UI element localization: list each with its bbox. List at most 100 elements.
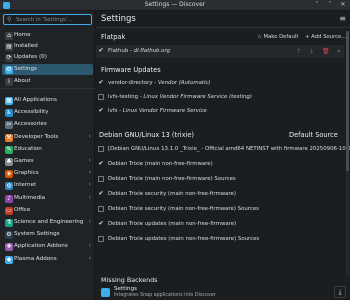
sidebar-item[interactable]: ♪ Multimedia › [2,193,93,204]
sidebar-item[interactable]: ⚒ Developer Tools › [2,132,93,143]
sidebar-item[interactable]: ◈ Graphics › [2,168,93,179]
debian-source-checkbox[interactable] [98,236,104,242]
chevron-right-icon: › [88,255,91,262]
internet-icon: ◍ [5,182,13,190]
sidebar-item[interactable]: ▭ Office [2,205,93,216]
delete-icon[interactable]: 🗑 [322,48,330,55]
sidebar-item-label: Office [14,207,31,213]
debian-source-row[interactable]: ✔ Debian Trixie updates (main non-free-fi… [96,218,344,231]
firmware-source-row[interactable]: lvfs-testing - Linux Vendor Firmware Ser… [96,91,344,104]
sidebar-item[interactable]: ✂ Accessories [2,119,93,130]
debian-source-row[interactable]: [Debian GNU/Linux 13.1.0 _Trixie_ - Offi… [96,143,350,156]
main-panel: Settings ≡ Flatpak ☆ Make Default + Add … [96,11,350,300]
firmware-source-row[interactable]: ✔ lvfs - Linux Vendor Firmware Service [96,105,344,118]
add-source-button[interactable]: + Add Source... [305,34,346,40]
flathub-source-row[interactable]: ✔ Flathub - dl.flathub.org ↑ ↓ 🗑 › [96,45,344,58]
sidebar-item[interactable]: ◍ Internet › [2,180,93,191]
education-icon: ✎ [5,146,13,154]
sidebar-item-label: Education [14,146,42,152]
debian-source-row[interactable]: Debian Trixie security (main non-free-fi… [96,203,344,216]
debian-source-checkbox[interactable]: ✔ [98,191,104,197]
installed-icon: ▤ [5,43,13,51]
make-default-button[interactable]: ☆ Make Default [257,34,298,40]
debian-source-row[interactable]: ✔ Debian Trixie security (main non-free-f… [96,188,344,201]
sidebar-item[interactable]: ♿ Accessibility [2,107,93,118]
debian-source-checkbox[interactable]: ✔ [98,221,104,227]
close-button[interactable]: ✕ [339,1,347,8]
plasma-addons-icon: ◆ [5,256,13,264]
sidebar-item-label: Updates (0) [14,54,47,60]
sidebar-item[interactable]: ✚ Application Addons › [2,241,93,252]
default-source-label: Default Source [289,131,338,139]
firmware-source-label: lvfs - Linux Vendor Firmware Service [108,108,207,114]
sidebar-item-label: All Applications [14,97,57,103]
debian-source-label: Debian Trixie security (main non-free-fi… [108,206,259,212]
title-bar: Settings — Discover ˅ ˄ ✕ [0,0,350,11]
debian-source-checkbox[interactable] [98,176,104,182]
firmware-checkbox[interactable]: ✔ [98,108,104,114]
updates-icon: ⟳ [5,54,13,62]
minimize-button[interactable]: ˅ [313,1,321,8]
sidebar-item[interactable]: ✎ Education [2,144,93,155]
sidebar-item-label: Accessories [14,121,47,127]
sidebar-item-label: Installed [14,43,38,49]
hamburger-menu-icon[interactable]: ≡ [339,14,346,23]
sidebar-item[interactable]: ⟳ Updates (0) [2,52,93,63]
debian-source-row[interactable]: Debian Trixie updates (main non-free-fir… [96,233,344,246]
page-title: Settings [101,14,136,24]
debian-source-label: [Debian GNU/Linux 13.1.0 _Trixie_ - Offi… [108,146,350,152]
missing-backend-name: Settings [114,286,137,292]
firmware-source-label: lvfs-testing - Linux Vendor Firmware Ser… [108,94,252,100]
debian-source-checkbox[interactable]: ✔ [98,161,104,167]
debian-source-label: Debian Trixie (main non-free-firmware) S… [108,176,236,182]
system-settings-icon: ⚙ [5,231,13,239]
office-icon: ▭ [5,207,13,215]
go-forward-icon[interactable]: › [338,48,340,55]
search-placeholder: Search in 'Settings'... [16,17,73,23]
sidebar-item-label: Plasma Addons [14,256,57,262]
divider-top [0,88,95,89]
games-icon: ♣ [5,158,13,166]
search-input[interactable]: ⚲ Search in 'Settings'... [3,14,92,25]
sidebar-item[interactable]: ⚗ Science and Engineering › [2,217,93,228]
accessories-icon: ✂ [5,121,13,129]
firmware-section-title: Firmware Updates [101,66,161,74]
sidebar-item[interactable]: ◆ Plasma Addons › [2,254,93,265]
application-addons-icon: ✚ [5,243,13,251]
sidebar-item[interactable]: ▦ All Applications [2,95,93,106]
developer-tools-icon: ⚒ [5,134,13,142]
debian-source-checkbox[interactable] [98,146,104,152]
move-up-icon[interactable]: ↑ [296,48,301,55]
sidebar-item-label: Developer Tools [14,134,59,140]
sidebar-item-label: About [14,78,31,84]
sidebar-item[interactable]: ⌂ Home [2,30,93,41]
debian-source-label: Debian Trixie updates (main non-free-fir… [108,221,237,227]
debian-source-row[interactable]: Debian Trixie (main non-free-firmware) S… [96,173,344,186]
sidebar-item[interactable]: ♣ Games › [2,156,93,167]
scrollbar-thumb[interactable] [346,31,349,171]
chevron-right-icon: › [88,157,91,164]
settings-icon: ⚙ [5,66,13,74]
sidebar-item-label: Multimedia [14,195,46,201]
firmware-source-row[interactable]: ✔ vendor-directory - Vendor (Automatic) [96,77,344,90]
missing-backend-item[interactable]: Settings Integrates Snap applications in… [96,286,350,300]
missing-backend-desc: Integrates Snap applications into Discov… [114,293,216,298]
sidebar-item[interactable]: ▤ Installed [2,41,93,52]
maximize-button[interactable]: ˄ [326,1,334,8]
sidebar-item-label: Home [14,32,31,38]
firmware-checkbox[interactable] [98,94,104,100]
sidebar-item[interactable]: ⚙ Settings [2,64,93,75]
debian-source-row[interactable]: ✔ Debian Trixie (main non-free-firmware) [96,158,344,171]
flathub-checkbox[interactable]: ✔ [98,48,104,54]
debian-source-label: Debian Trixie security (main non-free-fi… [108,191,236,197]
move-down-icon[interactable]: ↓ [309,48,314,55]
scrollbar[interactable] [346,31,349,276]
chevron-right-icon: › [88,194,91,201]
sidebar-item-label: System Settings [14,231,60,237]
debian-source-label: Debian Trixie updates (main non-free-fir… [108,236,260,242]
sidebar-item[interactable]: ⚙ System Settings [2,229,93,240]
firmware-checkbox[interactable]: ✔ [98,80,104,86]
debian-source-checkbox[interactable] [98,206,104,212]
sidebar-item[interactable]: i About [2,76,93,87]
install-backend-button[interactable]: ⤓ [334,286,346,298]
